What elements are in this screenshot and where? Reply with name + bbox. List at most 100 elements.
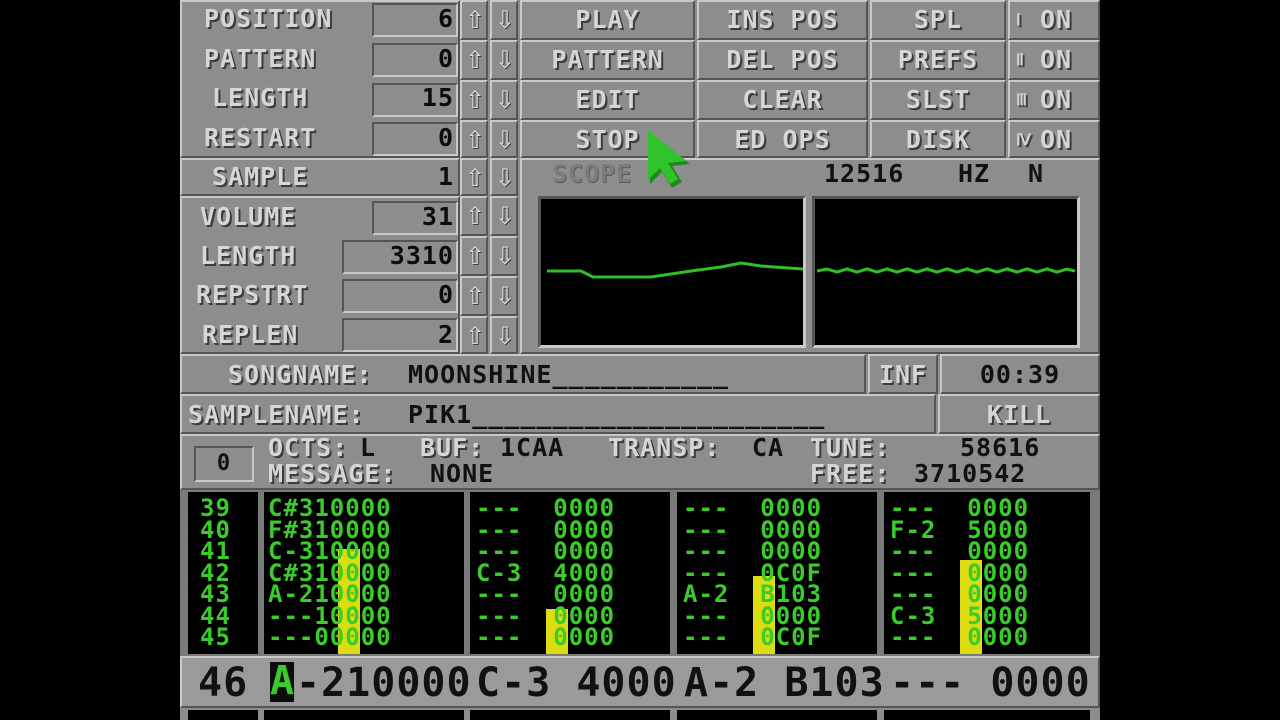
sample-length-up-button[interactable]: ⇧ [460, 236, 488, 276]
songname-value: MOONSHINE___________ [408, 360, 730, 389]
samplename-value: PIK1______________________ [408, 400, 826, 429]
transp-label: TRANSP: [608, 433, 721, 462]
current-row-track-1: -210000 [296, 660, 472, 706]
transp-value: CA [752, 433, 785, 462]
row-number-column: 39 40 41 42 43 44 45 [188, 492, 258, 654]
up-arrow-icon: ⇧ [464, 242, 486, 270]
waveform-left [547, 261, 804, 279]
volume-value: 31 [421, 202, 454, 231]
song-length-value: 15 [421, 83, 454, 112]
prefs-button[interactable]: PREFS [870, 40, 1006, 80]
songname-field[interactable]: SONGNAME: MOONSHINE___________ [180, 354, 866, 394]
down-arrow-icon: ⇩ [494, 282, 516, 310]
track-3[interactable]: --- 0000 --- 0000 --- 0000 --- 0C0F A-2 … [677, 492, 877, 654]
repstrt-label: REPSTRT [196, 280, 309, 309]
spl-button[interactable]: SPL [870, 0, 1006, 40]
channel-1-toggle[interactable]: Ⅰ ON [1008, 0, 1100, 40]
edit-cursor[interactable]: A [270, 658, 294, 704]
ed-ops-button[interactable]: ED OPS [697, 120, 868, 158]
volume-label: VOLUME [200, 202, 297, 231]
track-1[interactable]: C#310000 F#310000 C-310000 C#310000 A-21… [264, 492, 464, 654]
channel-3-number: Ⅲ [1016, 90, 1029, 109]
up-arrow-icon: ⇧ [464, 6, 486, 34]
channel-2-toggle[interactable]: Ⅱ ON [1008, 40, 1100, 80]
scope-mode: N [1028, 159, 1045, 188]
time-display: 00:39 [940, 354, 1100, 394]
ins-pos-label: INS POS [726, 5, 839, 34]
restart-up-button[interactable]: ⇧ [460, 120, 488, 158]
sample-up-button[interactable]: ⇧ [460, 158, 488, 196]
volume-down-button[interactable]: ⇩ [490, 196, 518, 236]
scope-frequency: 12516 [824, 159, 905, 188]
clear-button[interactable]: CLEAR [697, 80, 868, 120]
channel-1-state: ON [1040, 5, 1073, 34]
ed-ops-label: ED OPS [734, 125, 831, 154]
up-arrow-icon: ⇧ [464, 164, 486, 192]
ins-pos-button[interactable]: INS POS [697, 0, 868, 40]
samplename-field[interactable]: SAMPLENAME: PIK1______________________ [180, 394, 936, 434]
next-row-track-3-cell [677, 710, 877, 720]
channel-4-number: Ⅳ [1016, 130, 1032, 149]
next-row-track-4-cell [884, 710, 1090, 720]
up-arrow-icon: ⇧ [464, 126, 486, 154]
up-arrow-icon: ⇧ [464, 202, 486, 230]
slst-label: SLST [905, 85, 971, 114]
replen-up-button[interactable]: ⇧ [460, 316, 488, 354]
sample-value: 1 [437, 162, 454, 191]
up-arrow-icon: ⇧ [464, 86, 486, 114]
down-arrow-icon: ⇩ [494, 46, 516, 74]
current-row-track-3: A-2 B103 [684, 660, 885, 706]
disk-label: DISK [905, 125, 971, 154]
octave-box-value: 0 [216, 451, 232, 476]
pattern-button[interactable]: PATTERN [520, 40, 695, 80]
channel-3-toggle[interactable]: Ⅲ ON [1008, 80, 1100, 120]
channel-2-number: Ⅱ [1016, 50, 1025, 69]
slst-button[interactable]: SLST [870, 80, 1006, 120]
next-row-track-2-cell [470, 710, 670, 720]
kill-button[interactable]: KILL [938, 394, 1100, 434]
channel-4-toggle[interactable]: Ⅳ ON [1008, 120, 1100, 158]
down-arrow-icon: ⇩ [494, 86, 516, 114]
channel-2-state: ON [1040, 45, 1073, 74]
sample-length-value: 3310 [389, 241, 454, 270]
position-label: POSITION [204, 4, 333, 33]
track-2[interactable]: --- 0000 --- 0000 --- 0000 C-3 4000 --- … [470, 492, 670, 654]
spl-label: SPL [913, 5, 963, 34]
current-row-track-2: C-3 4000 [476, 660, 677, 706]
pattern-down-button[interactable]: ⇩ [490, 40, 518, 80]
down-arrow-icon: ⇩ [494, 242, 516, 270]
repstrt-up-button[interactable]: ⇧ [460, 276, 488, 316]
play-button[interactable]: PLAY [520, 0, 695, 40]
down-arrow-icon: ⇩ [494, 322, 516, 350]
replen-value: 2 [437, 320, 454, 349]
position-up-button[interactable]: ⇧ [460, 0, 488, 40]
message-label: MESSAGE: [268, 459, 397, 488]
sample-down-button[interactable]: ⇩ [490, 158, 518, 196]
pattern-up-button[interactable]: ⇧ [460, 40, 488, 80]
position-down-button[interactable]: ⇩ [490, 0, 518, 40]
down-arrow-icon: ⇩ [494, 164, 516, 192]
restart-label: RESTART [204, 123, 317, 152]
track-4[interactable]: --- 0000 F-2 5000 --- 0000 --- 0000 --- … [884, 492, 1090, 654]
octave-box: 0 [194, 446, 254, 482]
replen-down-button[interactable]: ⇩ [490, 316, 518, 354]
next-row-number-cell [188, 710, 258, 720]
up-arrow-icon: ⇧ [464, 322, 486, 350]
message-value: NONE [430, 459, 495, 488]
restart-down-button[interactable]: ⇩ [490, 120, 518, 158]
song-length-down-button[interactable]: ⇩ [490, 80, 518, 120]
inf-button[interactable]: INF [868, 354, 938, 394]
kill-label: KILL [986, 400, 1052, 429]
song-length-up-button[interactable]: ⇧ [460, 80, 488, 120]
volume-up-button[interactable]: ⇧ [460, 196, 488, 236]
scope-hz-label: HZ [958, 159, 991, 188]
disk-button[interactable]: DISK [870, 120, 1006, 158]
track-3-rows: --- 0000 --- 0000 --- 0000 --- 0C0F A-2 … [683, 494, 823, 651]
up-arrow-icon: ⇧ [464, 282, 486, 310]
row-numbers: 39 40 41 42 43 44 45 [200, 494, 231, 651]
edit-button[interactable]: EDIT [520, 80, 695, 120]
sample-length-down-button[interactable]: ⇩ [490, 236, 518, 276]
repstrt-down-button[interactable]: ⇩ [490, 276, 518, 316]
del-pos-button[interactable]: DEL POS [697, 40, 868, 80]
del-pos-label: DEL POS [726, 45, 839, 74]
